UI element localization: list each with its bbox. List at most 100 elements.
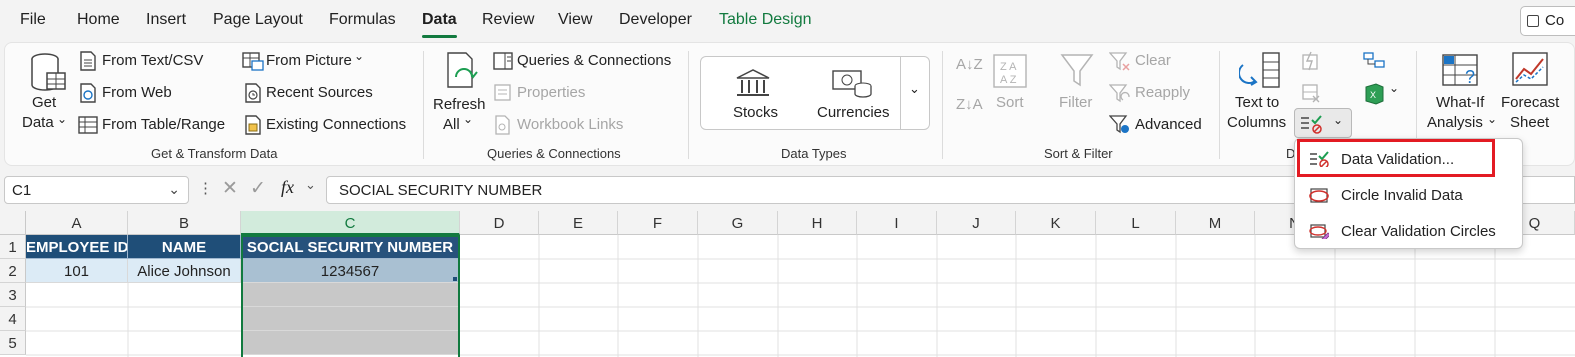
cancel-icon[interactable]: ✕ bbox=[222, 177, 238, 200]
from-picture-label: From Picture bbox=[266, 52, 352, 69]
what-if-icon: ? bbox=[1442, 54, 1478, 87]
chevron-down-icon: ⌄ bbox=[1389, 81, 1400, 95]
column-header[interactable]: C bbox=[241, 211, 460, 235]
column-header[interactable]: B bbox=[128, 211, 241, 235]
column-header[interactable]: H bbox=[778, 211, 857, 235]
menu-item-circle-invalid-data[interactable]: Circle Invalid Data bbox=[1295, 177, 1524, 213]
queries-connections-label: Queries & Connections bbox=[517, 52, 672, 69]
formula-text: SOCIAL SECURITY NUMBER bbox=[339, 182, 543, 199]
column-header[interactable]: J bbox=[937, 211, 1016, 235]
column-header[interactable]: L bbox=[1096, 211, 1176, 235]
menu-item-data-validation[interactable]: Data Validation... bbox=[1295, 141, 1524, 177]
column-header[interactable]: A bbox=[26, 211, 128, 235]
enter-icon[interactable]: ✓ bbox=[250, 177, 266, 200]
row-header[interactable]: 4 bbox=[0, 307, 26, 331]
tab-review[interactable]: Review bbox=[482, 11, 534, 29]
advanced-filter-icon bbox=[1109, 115, 1129, 134]
sort-label: Sort bbox=[996, 94, 1024, 111]
data-validation-icon bbox=[1301, 115, 1322, 134]
column-header[interactable]: D bbox=[460, 211, 539, 235]
text-to-columns-label-2: Columns bbox=[1227, 114, 1287, 131]
svg-text:X: X bbox=[1370, 90, 1376, 100]
gallery-expand-button[interactable]: ⌄ bbox=[900, 57, 929, 129]
table-cell[interactable]: Alice Johnson bbox=[128, 259, 241, 283]
column-header[interactable]: G bbox=[698, 211, 778, 235]
tab-formulas[interactable]: Formulas bbox=[329, 11, 396, 29]
forecast-label-2: Sheet bbox=[1510, 114, 1550, 131]
name-box[interactable]: C1 ⌄ bbox=[4, 176, 189, 204]
chevron-down-icon: ⌄ bbox=[463, 112, 474, 126]
chevron-down-icon: ⌄ bbox=[57, 112, 68, 126]
column-header[interactable]: I bbox=[857, 211, 937, 235]
menu-item-label: Circle Invalid Data bbox=[1341, 187, 1463, 204]
row-header[interactable]: 3 bbox=[0, 283, 26, 307]
refresh-label-2: All bbox=[443, 116, 460, 133]
svg-text:?: ? bbox=[1465, 67, 1475, 87]
filter-label: Filter bbox=[1059, 94, 1093, 111]
selected-cell[interactable] bbox=[241, 307, 460, 331]
menu-item-label: Data Validation... bbox=[1341, 151, 1455, 168]
data-validation-button[interactable]: ⌄ bbox=[1294, 108, 1352, 138]
text-to-columns-label: Text to bbox=[1235, 94, 1280, 111]
data-model-icon: X bbox=[1365, 83, 1384, 105]
table-header-cell[interactable]: SOCIAL SECURITY NUMBER bbox=[241, 235, 460, 259]
select-all-corner[interactable] bbox=[0, 211, 26, 235]
currency-icon bbox=[832, 70, 872, 98]
group-divider bbox=[1219, 51, 1220, 159]
clock-file-icon bbox=[245, 83, 261, 103]
chevron-down-icon: ⌄ bbox=[1333, 113, 1344, 127]
group-divider bbox=[942, 51, 943, 159]
svg-text:Z A: Z A bbox=[1000, 61, 1017, 73]
insert-function-icon[interactable]: fx bbox=[281, 177, 294, 198]
chevron-down-icon[interactable]: ⌄ bbox=[305, 177, 316, 193]
refresh-label: Refresh bbox=[433, 96, 486, 113]
menu-item-clear-validation-circles[interactable]: Clear Validation Circles bbox=[1295, 213, 1524, 249]
refresh-icon bbox=[447, 52, 478, 88]
column-header[interactable]: F bbox=[618, 211, 698, 235]
sort-dialog-icon: Z AA Z bbox=[993, 54, 1027, 88]
link-file-icon bbox=[495, 115, 510, 135]
data-types-gallery: Stocks Currencies ⌄ bbox=[700, 56, 930, 130]
tab-insert[interactable]: Insert bbox=[146, 11, 186, 29]
tab-page-layout[interactable]: Page Layout bbox=[213, 11, 303, 29]
column-header[interactable]: E bbox=[539, 211, 618, 235]
more-options-icon[interactable]: ⋮ bbox=[198, 179, 213, 197]
properties-icon bbox=[494, 84, 511, 101]
row-header[interactable]: 1 bbox=[0, 235, 26, 259]
selected-cell[interactable] bbox=[241, 331, 460, 355]
tab-home[interactable]: Home bbox=[77, 11, 120, 29]
tab-file[interactable]: File bbox=[20, 11, 46, 29]
comment-icon bbox=[1527, 15, 1539, 27]
clear-label: Clear bbox=[1135, 52, 1171, 69]
tab-view[interactable]: View bbox=[558, 11, 592, 29]
sort-az-icon: A↓Z bbox=[956, 56, 983, 73]
chevron-down-icon: ⌄ bbox=[168, 181, 180, 197]
chevron-down-icon: ⌄ bbox=[1487, 112, 1498, 126]
group-label-get-transform: Get & Transform Data bbox=[151, 146, 278, 161]
table-cell[interactable]: 101 bbox=[26, 259, 128, 283]
tab-data[interactable]: Data bbox=[422, 11, 457, 38]
row-header[interactable]: 5 bbox=[0, 331, 26, 355]
row-header[interactable]: 2 bbox=[0, 259, 26, 283]
reapply-label: Reapply bbox=[1135, 84, 1191, 101]
filter-icon bbox=[1060, 54, 1094, 87]
bank-icon bbox=[736, 69, 770, 96]
data-validation-icon bbox=[1310, 151, 1329, 167]
column-header[interactable]: M bbox=[1176, 211, 1255, 235]
column-header[interactable]: K bbox=[1016, 211, 1096, 235]
table-cell[interactable]: 1234567 bbox=[241, 259, 460, 283]
what-if-label-2: Analysis bbox=[1427, 114, 1483, 131]
comments-button[interactable]: Co bbox=[1520, 6, 1575, 36]
text-to-columns-icon bbox=[1239, 52, 1280, 88]
tab-table-design[interactable]: Table Design bbox=[719, 11, 812, 29]
from-web-label: From Web bbox=[102, 84, 172, 101]
tab-developer[interactable]: Developer bbox=[619, 11, 692, 29]
remove-duplicates-icon bbox=[1302, 84, 1320, 103]
table-header-cell[interactable]: EMPLOYEE ID bbox=[26, 235, 128, 259]
existing-connections-label: Existing Connections bbox=[266, 116, 407, 133]
comments-label: Co bbox=[1545, 12, 1565, 29]
selected-cell[interactable] bbox=[241, 283, 460, 307]
group-divider bbox=[688, 51, 689, 159]
table-header-cell[interactable]: NAME bbox=[128, 235, 241, 259]
database-icon bbox=[31, 53, 66, 91]
